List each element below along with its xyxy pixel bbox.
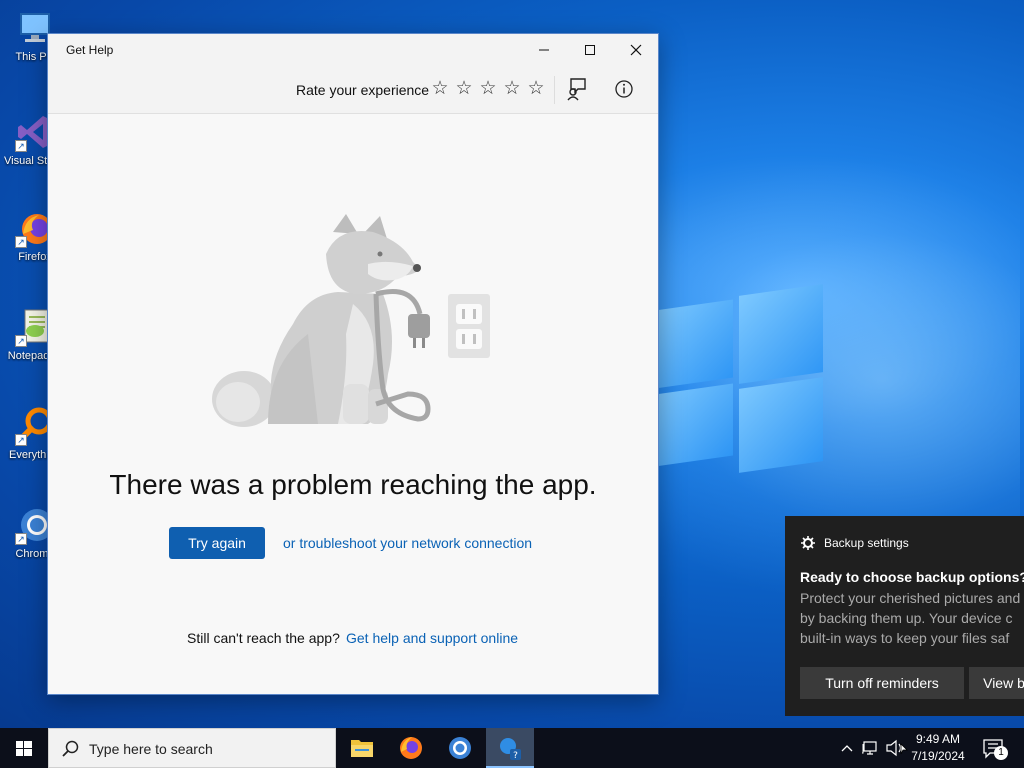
toast-body-line: by backing them up. Your device c xyxy=(800,610,1013,626)
try-again-button[interactable]: Try again xyxy=(169,527,265,559)
taskbar-firefox[interactable] xyxy=(387,728,435,768)
feedback-icon[interactable] xyxy=(566,76,588,102)
search-icon xyxy=(61,739,81,759)
file-explorer-icon xyxy=(351,740,373,757)
troubleshoot-network-link[interactable]: or troubleshoot your network connection xyxy=(283,535,532,551)
backup-notification-toast[interactable]: Backup settings Ready to choose backup o… xyxy=(785,516,1024,716)
toolbar-divider xyxy=(554,76,555,104)
toolbar: Rate your experience ☆ ☆ ☆ ☆ ☆ xyxy=(48,66,658,114)
star-rating-3[interactable]: ☆ xyxy=(478,77,498,101)
taskbar-clock[interactable]: 9:49 AM 7/19/2024 xyxy=(906,731,970,765)
still-cant-reach-text: Still can't reach the app? xyxy=(187,630,340,646)
get-help-window: Get Help Rate your experience ☆ ☆ ☆ ☆ ☆ xyxy=(47,33,659,695)
search-placeholder: Type here to search xyxy=(89,741,213,757)
windows-start-icon xyxy=(16,741,32,756)
help-support-online-link[interactable]: Get help and support online xyxy=(346,630,518,646)
taskbar-chrome[interactable] xyxy=(436,728,484,768)
taskbar-get-help[interactable]: ? xyxy=(486,728,534,768)
maximize-button[interactable] xyxy=(567,34,613,66)
rating-stars: ☆ ☆ ☆ ☆ ☆ xyxy=(430,77,546,101)
gear-icon xyxy=(801,536,815,550)
minimize-button[interactable] xyxy=(521,34,567,66)
turn-off-reminders-button[interactable]: Turn off reminders xyxy=(800,667,964,699)
show-hidden-icons-button[interactable] xyxy=(838,728,856,768)
network-tray-button[interactable] xyxy=(860,728,882,768)
chevron-up-icon xyxy=(841,745,853,752)
toast-app-name: Backup settings xyxy=(824,536,909,550)
star-rating-5[interactable]: ☆ xyxy=(526,77,546,101)
maximize-icon xyxy=(585,45,595,55)
taskbar: Type here to search ? 9:49 AM 7/19/2024 … xyxy=(0,728,1024,768)
network-icon xyxy=(862,741,877,755)
info-icon[interactable] xyxy=(613,78,635,100)
volume-tray-button[interactable] xyxy=(884,728,908,768)
get-help-icon: ? xyxy=(500,738,521,761)
start-button[interactable] xyxy=(0,728,48,768)
minimize-icon xyxy=(539,49,549,51)
shortcut-arrow-icon: ↗ xyxy=(15,434,27,446)
title-bar[interactable]: Get Help xyxy=(48,34,658,66)
toast-body-line: built-in ways to keep your files saf xyxy=(800,630,1010,646)
taskbar-file-explorer[interactable] xyxy=(338,728,386,768)
window-title: Get Help xyxy=(66,43,114,57)
toast-heading: Ready to choose backup options? xyxy=(800,569,1024,585)
clock-date: 7/19/2024 xyxy=(911,749,965,763)
clock-time: 9:49 AM xyxy=(915,732,961,746)
view-backup-options-button[interactable]: View b xyxy=(969,667,1024,699)
content-area: There was a problem reaching the app. Tr… xyxy=(48,114,658,694)
star-rating-4[interactable]: ☆ xyxy=(502,77,522,101)
error-headline: There was a problem reaching the app. xyxy=(109,469,597,500)
firefox-icon xyxy=(400,737,422,759)
close-button[interactable] xyxy=(613,34,659,66)
notification-count-badge: 1 xyxy=(994,746,1008,760)
shortcut-arrow-icon: ↗ xyxy=(15,236,27,248)
star-rating-1[interactable]: ☆ xyxy=(430,77,450,101)
toast-body: Protect your cherished pictures and by b… xyxy=(800,588,1024,648)
shortcut-arrow-icon: ↗ xyxy=(15,335,27,347)
close-icon xyxy=(630,44,642,56)
svg-text:?: ? xyxy=(513,751,518,761)
dog-holding-unplugged-cord-illustration xyxy=(208,214,508,434)
rate-experience-label: Rate your experience xyxy=(296,82,430,98)
windows-logo-wallpaper xyxy=(655,284,825,480)
toast-body-line: Protect your cherished pictures and xyxy=(800,590,1021,606)
taskbar-search-box[interactable]: Type here to search xyxy=(48,728,336,768)
star-rating-2[interactable]: ☆ xyxy=(454,77,474,101)
shortcut-arrow-icon: ↗ xyxy=(15,140,27,152)
chrome-icon xyxy=(449,737,471,759)
shortcut-arrow-icon: ↗ xyxy=(15,533,27,545)
volume-icon xyxy=(886,739,908,757)
